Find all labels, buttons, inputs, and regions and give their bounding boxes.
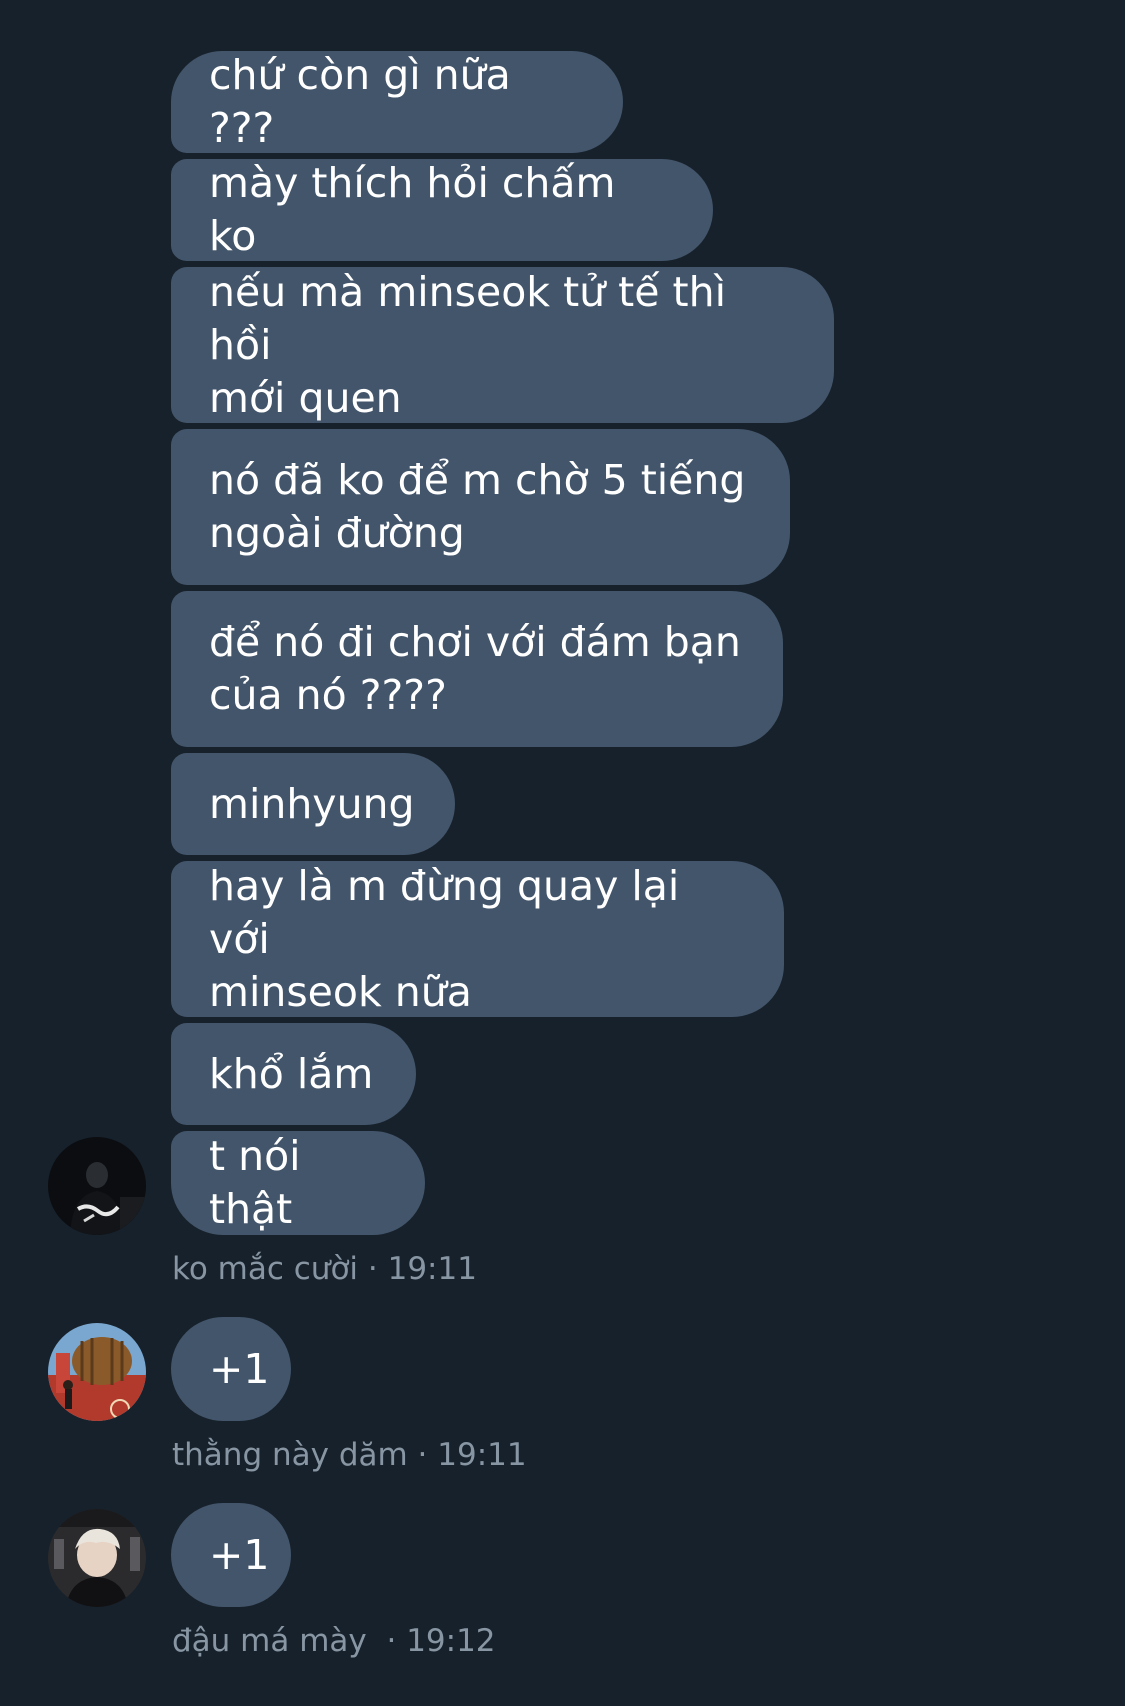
message-time: 19:12 (406, 1623, 496, 1659)
avatar-barrel-photo-icon[interactable] (48, 1323, 146, 1421)
message-bubble[interactable]: chứ còn gì nữa ??? (171, 51, 623, 153)
message-bubble[interactable]: để nó đi chơi với đám bạn của nó ???? (171, 591, 783, 747)
message-meta: ko mắc cười · 19:11 (172, 1249, 477, 1289)
message-time: 19:11 (387, 1251, 477, 1287)
message-meta: đậu má mày · 19:12 (172, 1621, 496, 1661)
message-bubble[interactable]: nếu mà minseok tử tế thì hồi mới quen (171, 267, 834, 423)
message-bubble[interactable]: t nói thật (171, 1131, 425, 1235)
message-bubble[interactable]: +1 (171, 1503, 291, 1607)
meta-separator: · (376, 1623, 407, 1659)
message-time: 19:11 (437, 1437, 527, 1473)
chat-message-list[interactable]: chứ còn gì nữa ??? mày thích hỏi chấm ko… (0, 0, 1125, 1706)
avatar-dark-person-icon[interactable] (48, 1137, 146, 1235)
message-bubble[interactable]: hay là m đừng quay lại với minseok nữa (171, 861, 784, 1017)
sender-name: đậu má mày (172, 1623, 377, 1659)
message-bubble[interactable]: mày thích hỏi chấm ko (171, 159, 713, 261)
meta-separator: · (358, 1251, 388, 1287)
message-bubble[interactable]: +1 (171, 1317, 291, 1421)
meta-separator: · (407, 1437, 438, 1473)
message-bubble[interactable]: nó đã ko để m chờ 5 tiếng ngoài đường (171, 429, 790, 585)
sender-name: ko mắc cười (172, 1251, 359, 1287)
avatar-boy-photo-icon[interactable] (48, 1509, 146, 1607)
message-bubble[interactable]: khổ lắm (171, 1023, 416, 1125)
sender-name: thằng này dăm (172, 1437, 408, 1473)
message-bubble[interactable]: minhyung (171, 753, 455, 855)
message-meta: thằng này dăm · 19:11 (172, 1435, 527, 1475)
